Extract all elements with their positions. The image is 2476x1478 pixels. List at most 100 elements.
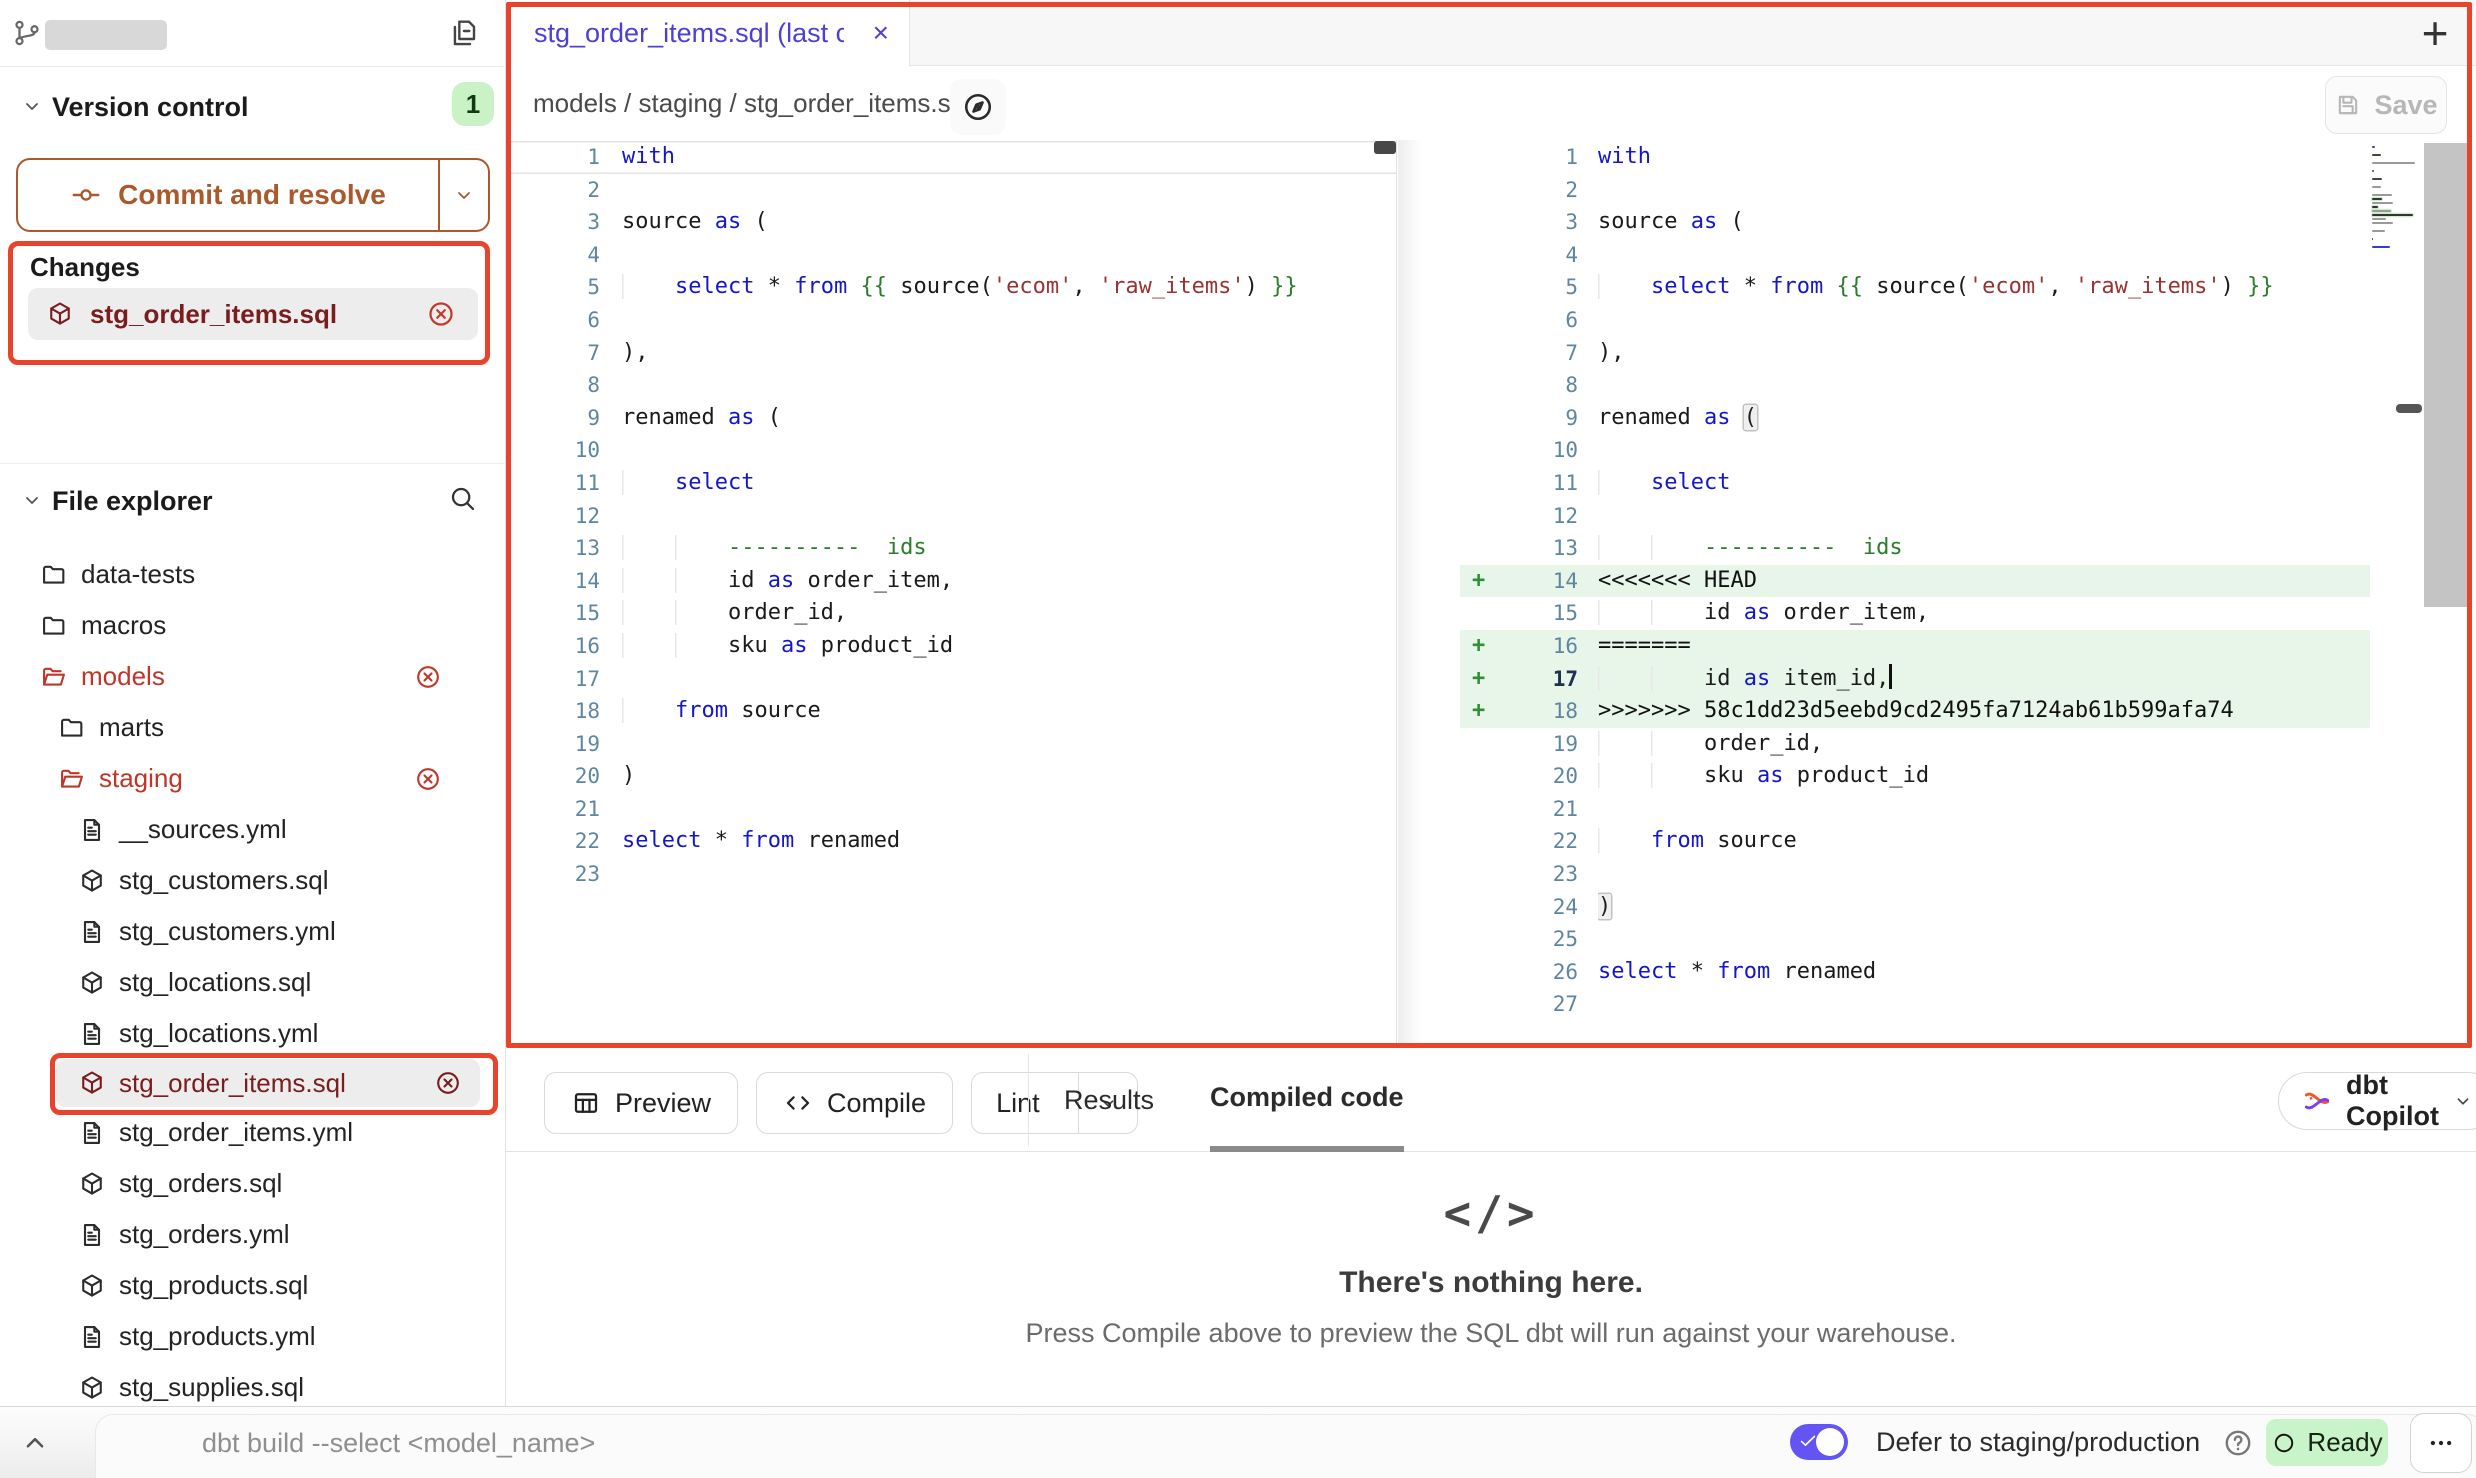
code-line-21: 21 [506, 793, 1396, 826]
compile-button[interactable]: Compile [756, 1072, 953, 1134]
code-line-15: 15 order_id, [506, 597, 1396, 630]
new-tab-button[interactable]: + [2406, 4, 2464, 62]
code-line-21: 21 [1460, 793, 2370, 826]
file-label: stg_supplies.sql [119, 1372, 506, 1403]
model-icon [78, 1374, 106, 1402]
code-line-12: 12 [1460, 500, 2370, 533]
search-icon[interactable] [448, 484, 478, 514]
minimap-line [2372, 178, 2382, 180]
lint-label: Lint [972, 1073, 1064, 1133]
code-line-20: 20) [506, 760, 1396, 793]
folder-open-icon [40, 663, 68, 691]
doc-icon [78, 1119, 106, 1147]
tab-compiled-code[interactable]: Compiled code [1210, 1048, 1404, 1152]
revert-file-icon[interactable] [434, 1069, 462, 1097]
sidebar-item-data-tests[interactable]: data-tests [0, 549, 506, 600]
sidebar: Version control 1 Commit and resolve Cha… [0, 0, 506, 1406]
chevron-up-icon[interactable] [18, 1425, 52, 1459]
file-label: stg_customers.sql [119, 865, 506, 896]
command-input[interactable] [200, 1419, 1604, 1467]
sidebar-item-stg_products.yml[interactable]: stg_products.yml [0, 1311, 506, 1362]
code-line-23: 23 [506, 858, 1396, 891]
toggle-knob [1816, 1428, 1844, 1456]
code-line-14: +14<<<<<<< HEAD [1460, 565, 2370, 598]
sidebar-item-stg_order_items.sql[interactable]: stg_order_items.sql [56, 1059, 480, 1107]
commit-options-chevron[interactable] [438, 160, 488, 230]
folder-icon [40, 561, 68, 589]
model-icon [78, 1272, 106, 1300]
code-line-13: 13 ---------- ids [506, 532, 1396, 565]
sidebar-header [0, 0, 506, 67]
revert-file-icon[interactable] [426, 299, 456, 329]
commit-and-resolve-button[interactable]: Commit and resolve [16, 158, 490, 232]
code-line-26: 26select * from renamed [1460, 956, 2370, 989]
sidebar-item-models[interactable]: models [0, 651, 506, 702]
editor-pane-last-saved[interactable]: 1with23source as (45 select * from {{ so… [506, 141, 1396, 891]
code-line-7: 7), [1460, 337, 2370, 370]
code-line-22: 22select * from renamed [506, 825, 1396, 858]
code-line-18: +18>>>>>>> 58c1dd23d5eebd9cd2495fa7124ab… [1460, 695, 2370, 728]
model-icon [78, 1170, 106, 1198]
dbt-copilot-button[interactable]: dbt Copilot [2278, 1072, 2476, 1130]
help-icon[interactable] [2222, 1427, 2254, 1459]
minimap[interactable] [2372, 146, 2422, 254]
preview-button[interactable]: Preview [544, 1072, 738, 1134]
sidebar-item-stg_customers.yml[interactable]: stg_customers.yml [0, 906, 506, 957]
defer-label: Defer to staging/production [1876, 1427, 2200, 1458]
revert-file-icon[interactable] [414, 663, 442, 691]
chevron-down-icon [2452, 1090, 2474, 1112]
code-editor: 1with23source as (45 select * from {{ so… [506, 140, 2476, 1048]
copy-files-icon[interactable] [448, 17, 480, 49]
doc-icon [78, 1020, 106, 1048]
code-line-22: 22 from source [1460, 825, 2370, 858]
code-line-10: 10 [506, 434, 1396, 467]
sidebar-item-stg_orders.sql[interactable]: stg_orders.sql [0, 1158, 506, 1209]
code-line-8: 8 [1460, 369, 2370, 402]
sidebar-item-stg_locations.yml[interactable]: stg_locations.yml [0, 1008, 506, 1059]
sidebar-item-stg_customers.sql[interactable]: stg_customers.sql [0, 855, 506, 906]
minimap-line [2372, 206, 2378, 208]
tab-stg-order-items[interactable]: stg_order_items.sql (last c... × [506, 0, 910, 66]
code-line-24: 24) [1460, 891, 2370, 924]
chevron-down-icon[interactable] [20, 488, 44, 512]
sidebar-item-staging[interactable]: staging [0, 753, 506, 804]
compass-icon [961, 90, 995, 124]
sidebar-item-__sources.yml[interactable]: __sources.yml [0, 804, 506, 855]
file-label: macros [81, 610, 506, 641]
sidebar-item-stg_order_items.yml[interactable]: stg_order_items.yml [0, 1107, 506, 1158]
dbt-ide-window: Version control 1 Commit and resolve Cha… [0, 0, 2476, 1478]
sidebar-item-macros[interactable]: macros [0, 600, 506, 651]
code-line-3: 3source as ( [506, 206, 1396, 239]
sidebar-item-stg_orders.yml[interactable]: stg_orders.yml [0, 1209, 506, 1260]
code-line-18: 18 from source [506, 695, 1396, 728]
left-pane-scrollbar[interactable] [1374, 141, 1396, 154]
lineage-compass-button[interactable] [950, 79, 1006, 135]
file-label: stg_orders.yml [119, 1219, 506, 1250]
sidebar-item-stg_products.sql[interactable]: stg_products.sql [0, 1260, 506, 1311]
file-label: models [81, 661, 414, 692]
git-commit-icon [70, 179, 102, 211]
more-options-button[interactable] [2410, 1413, 2472, 1473]
pane-separator [1396, 140, 1397, 1048]
close-tab-icon[interactable]: × [873, 17, 889, 49]
code-line-4: 4 [1460, 239, 2370, 272]
right-pane-scrollbar[interactable] [2396, 404, 2422, 413]
code-line-8: 8 [506, 369, 1396, 402]
revert-file-icon[interactable] [414, 765, 442, 793]
chevron-down-icon[interactable] [20, 94, 44, 118]
changes-file-row[interactable]: stg_order_items.sql [28, 288, 478, 340]
sidebar-item-stg_locations.sql[interactable]: stg_locations.sql [0, 957, 506, 1008]
doc-icon [78, 918, 106, 946]
save-icon [2334, 91, 2362, 119]
save-button[interactable]: Save [2325, 76, 2447, 134]
tab-results[interactable]: Results [1064, 1048, 1154, 1152]
code-line-15: 15 id as order_item, [1460, 597, 2370, 630]
code-line-6: 6 [1460, 304, 2370, 337]
code-line-3: 3source as ( [1460, 206, 2370, 239]
editor-pane-current[interactable]: 1with23source as (45 select * from {{ so… [1460, 141, 2370, 1021]
defer-toggle[interactable] [1790, 1424, 1848, 1460]
minimap-line [2372, 218, 2386, 220]
folder-open-icon [58, 765, 86, 793]
sidebar-item-marts[interactable]: marts [0, 702, 506, 753]
editor-scrollbar[interactable] [2424, 143, 2467, 607]
